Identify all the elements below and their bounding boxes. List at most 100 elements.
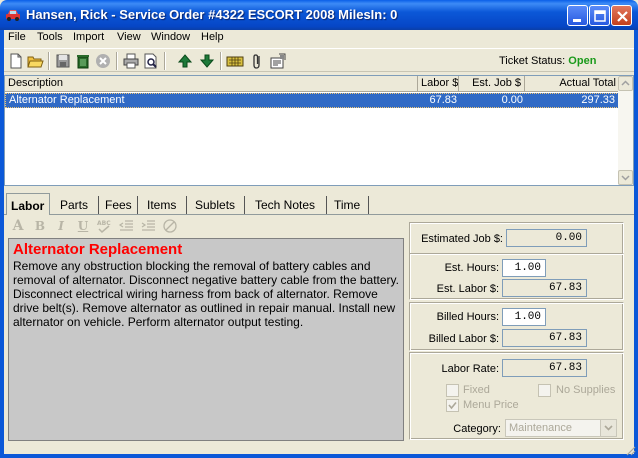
menu-view[interactable]: View	[117, 31, 141, 43]
italic-icon[interactable]: I	[53, 218, 69, 234]
notes-body: Remove any obstruction blocking the remo…	[13, 259, 399, 329]
chevron-down-icon	[604, 425, 613, 431]
close-icon	[617, 11, 628, 22]
estimated-job-panel: Estimated Job $: 0.00	[409, 222, 624, 255]
job-list-scrollbar[interactable]	[618, 76, 633, 185]
resize-grip-icon[interactable]	[624, 444, 636, 456]
chevron-up-icon	[621, 80, 630, 86]
delete-icon[interactable]	[74, 52, 92, 70]
row-labor: 67.83	[429, 94, 457, 106]
category-label: Category:	[453, 423, 501, 435]
est-job-label: Estimated Job $:	[421, 233, 503, 245]
est-job-field[interactable]: 0.00	[506, 229, 587, 247]
column-header-labor[interactable]: Labor $	[418, 76, 459, 92]
labor-rate-label: Labor Rate:	[441, 363, 499, 375]
menu-window[interactable]: Window	[151, 31, 190, 43]
billed-hours-field[interactable]: 1.00	[502, 308, 546, 326]
indent-icon[interactable]	[140, 218, 156, 234]
menu-help[interactable]: Help	[201, 31, 224, 43]
est-labor-label: Est. Labor $:	[436, 283, 499, 295]
fixed-checkbox[interactable]	[446, 384, 459, 397]
tab-items[interactable]: Items	[143, 196, 187, 214]
est-hours-label: Est. Hours:	[444, 262, 499, 274]
row-est-job: 0.00	[501, 94, 523, 106]
column-header-description[interactable]: Description	[5, 76, 418, 92]
toolbar-separator	[116, 52, 118, 70]
outdent-icon[interactable]	[118, 218, 134, 234]
billed-hours-label: Billed Hours:	[436, 311, 499, 323]
category-select[interactable]: Maintenance	[505, 419, 617, 437]
row-actual-total: 297.33	[581, 94, 615, 106]
new-icon[interactable]	[7, 52, 25, 70]
tab-sublets[interactable]: Sublets	[191, 196, 245, 214]
est-hours-field[interactable]: 1.00	[502, 259, 546, 277]
ticket-status: Ticket Status: Open	[499, 55, 596, 67]
job-list[interactable]: Description Labor $ Est. Job $ Actual To…	[4, 75, 634, 186]
menu-bar: File Tools Import View Window Help	[4, 30, 634, 46]
maximize-button[interactable]	[589, 5, 610, 26]
tab-parts[interactable]: Parts	[56, 196, 99, 214]
tab-labor[interactable]: Labor	[6, 193, 50, 215]
billed-labor-label: Billed Labor $:	[428, 333, 499, 345]
format-toolbar: A B I U ABC	[8, 218, 404, 236]
ticket-status-value: Open	[568, 55, 597, 67]
scroll-up-button[interactable]	[618, 76, 633, 91]
column-header-actual-total[interactable]: Actual Total	[525, 76, 619, 92]
clear-icon[interactable]	[162, 218, 178, 234]
font-color-icon[interactable]: A	[10, 218, 26, 234]
scroll-down-button[interactable]	[618, 170, 633, 185]
ticket-status-label: Ticket Status:	[499, 55, 566, 67]
spellcheck-icon[interactable]: ABC	[96, 218, 112, 234]
billed-labor-field[interactable]: 67.83	[502, 329, 587, 347]
properties-icon[interactable]	[269, 52, 287, 70]
cancel-icon[interactable]	[94, 52, 112, 70]
menu-file[interactable]: File	[8, 31, 26, 43]
print-icon[interactable]	[122, 52, 140, 70]
category-value: Maintenance	[509, 422, 572, 434]
toolbar-separator	[164, 52, 166, 70]
window-border-right	[634, 30, 638, 458]
menu-price-checkbox[interactable]	[446, 399, 459, 412]
no-supplies-label: No Supplies	[556, 384, 616, 396]
title-bar[interactable]: Hansen, Rick - Service Order #4322 ESCOR…	[0, 0, 638, 30]
labor-rate-field[interactable]: 67.83	[502, 359, 587, 377]
estimate-panel: Est. Hours: 1.00 Est. Labor $: 67.83	[409, 253, 624, 300]
maximize-icon	[594, 10, 606, 22]
toolbar-separator	[220, 52, 222, 70]
tab-time[interactable]: Time	[330, 196, 369, 214]
job-list-header: Description Labor $ Est. Job $ Actual To…	[5, 76, 619, 92]
menu-import[interactable]: Import	[73, 31, 104, 43]
est-labor-field[interactable]: 67.83	[502, 279, 587, 297]
no-supplies-checkbox[interactable]	[538, 384, 551, 397]
minimize-button[interactable]	[567, 5, 588, 26]
window-title: Hansen, Rick - Service Order #4322 ESCOR…	[26, 7, 398, 22]
underline-icon[interactable]: U	[75, 218, 91, 234]
tab-strip: Labor Parts Fees Items Sublets Tech Note…	[4, 193, 634, 215]
menu-price-label: Menu Price	[463, 399, 519, 411]
move-down-icon[interactable]	[198, 52, 216, 70]
tab-fees[interactable]: Fees	[101, 196, 138, 214]
tab-tech-notes[interactable]: Tech Notes	[251, 196, 327, 214]
rate-panel: Labor Rate: 67.83 Fixed No Supplies Menu…	[409, 352, 624, 440]
menu-tools[interactable]: Tools	[37, 31, 63, 43]
open-icon[interactable]	[26, 52, 44, 70]
close-button[interactable]	[611, 5, 632, 26]
column-header-est-job[interactable]: Est. Job $	[459, 76, 525, 92]
fixed-label: Fixed	[463, 384, 490, 396]
checkmark-icon	[448, 401, 457, 410]
notes-editor[interactable]: Alternator Replacement Remove any obstru…	[8, 238, 404, 441]
notes-title: Alternator Replacement	[13, 241, 183, 258]
toolbar: Ticket Status: Open	[4, 48, 634, 72]
attach-icon[interactable]	[248, 52, 266, 70]
svg-text:ABC: ABC	[97, 220, 111, 227]
bold-icon[interactable]: B	[32, 218, 48, 234]
move-up-icon[interactable]	[176, 52, 194, 70]
table-row[interactable]: Alternator Replacement 67.83 0.00 297.33	[5, 93, 619, 108]
save-icon[interactable]	[54, 52, 72, 70]
row-description: Alternator Replacement	[9, 94, 125, 106]
car-icon	[6, 10, 20, 21]
calculator-icon[interactable]	[226, 52, 244, 70]
print-preview-icon[interactable]	[142, 52, 160, 70]
toolbar-separator	[48, 52, 50, 70]
category-dropdown-button[interactable]	[600, 420, 616, 436]
